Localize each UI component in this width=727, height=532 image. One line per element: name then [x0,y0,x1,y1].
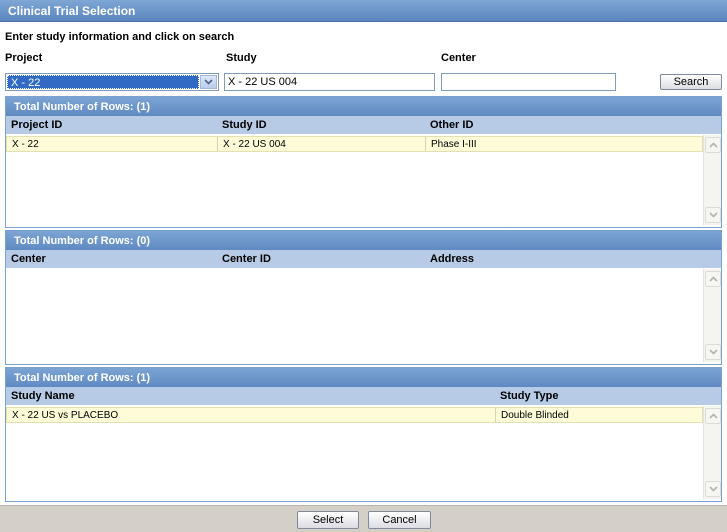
column-header-study-type[interactable]: Study Type [500,390,558,402]
scroll-up-arrow-icon[interactable] [705,271,721,287]
centers-table: Total Number of Rows: (0) Center Center … [5,230,722,365]
study-input[interactable] [224,73,435,91]
scroll-down-arrow-icon[interactable] [705,344,721,360]
search-button[interactable]: Search [660,74,722,90]
scroll-down-arrow-icon[interactable] [705,207,721,223]
project-select[interactable]: X - 22 [5,73,219,91]
vertical-scrollbar[interactable] [703,135,721,225]
study-type-table-body: X - 22 US vs PLACEBO Double Blinded [6,406,721,501]
dialog-title-bar: Clinical Trial Selection [0,0,727,22]
instruction-text: Enter study information and click on sea… [5,31,235,43]
cell-study-id: X - 22 US 004 [223,139,286,150]
column-header-project-id[interactable]: Project ID [11,119,62,131]
cell-other-id: Phase I-III [431,139,477,150]
select-button[interactable]: Select [297,511,359,529]
studies-table-body: X - 22 X - 22 US 004 Phase I-III [6,135,721,227]
studies-table: Total Number of Rows: (1) Project ID Stu… [5,96,722,228]
center-input[interactable] [441,73,616,91]
scroll-down-arrow-icon[interactable] [705,481,721,497]
scroll-up-arrow-icon[interactable] [705,137,721,153]
cancel-button[interactable]: Cancel [368,511,431,529]
cell-project-id: X - 22 [12,139,39,150]
study-type-table: Total Number of Rows: (1) Study Name Stu… [5,367,722,502]
column-header-study-name[interactable]: Study Name [11,390,75,402]
centers-column-header: Center Center ID Address [6,250,721,269]
studies-row-count: Total Number of Rows: (1) [6,97,721,116]
table-row[interactable]: X - 22 US vs PLACEBO Double Blinded [6,407,703,423]
study-type-column-header: Study Name Study Type [6,387,721,406]
vertical-scrollbar[interactable] [703,406,721,499]
centers-table-body [6,269,721,364]
centers-row-count: Total Number of Rows: (0) [6,231,721,250]
study-label: Study [226,52,257,64]
dialog-title: Clinical Trial Selection [8,4,136,18]
vertical-scrollbar[interactable] [703,269,721,362]
scroll-up-arrow-icon[interactable] [705,408,721,424]
project-select-value: X - 22 [7,75,199,89]
studies-column-header: Project ID Study ID Other ID [6,116,721,135]
table-row[interactable]: X - 22 X - 22 US 004 Phase I-III [6,136,703,152]
chevron-down-icon[interactable] [200,75,217,89]
project-label: Project [5,52,43,64]
column-header-center[interactable]: Center [11,253,46,265]
cell-study-type: Double Blinded [501,410,569,421]
study-type-row-count: Total Number of Rows: (1) [6,368,721,387]
cell-study-name: X - 22 US vs PLACEBO [12,410,119,421]
column-header-study-id[interactable]: Study ID [222,119,267,131]
dialog-footer: Select Cancel [0,505,727,532]
column-header-other-id[interactable]: Other ID [430,119,473,131]
center-label: Center [441,52,476,64]
column-header-address[interactable]: Address [430,253,474,265]
column-header-center-id[interactable]: Center ID [222,253,271,265]
